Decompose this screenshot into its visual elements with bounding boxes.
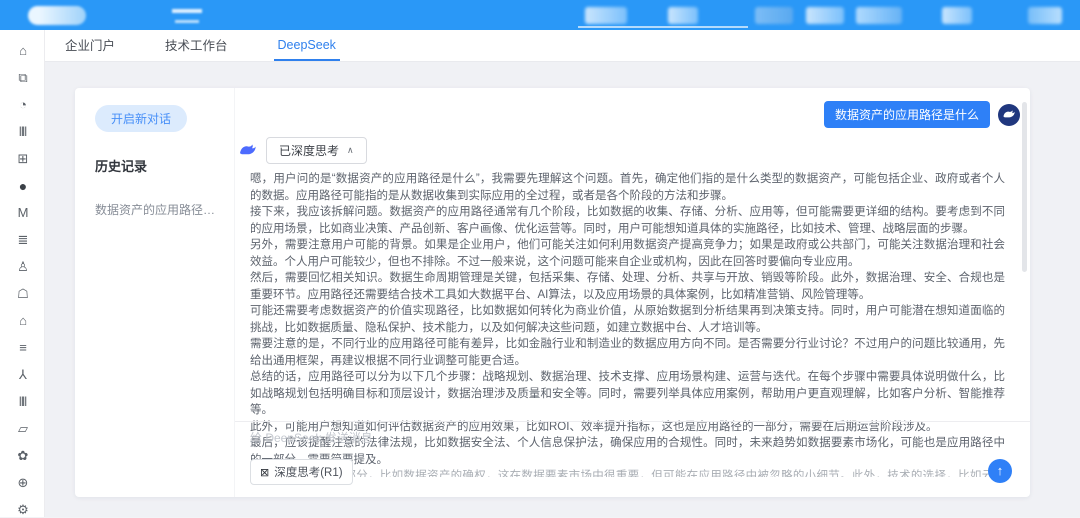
deepseek-avatar bbox=[237, 141, 257, 161]
topbar-menu-item-blurred[interactable] bbox=[1028, 7, 1062, 24]
app-logo-text bbox=[172, 9, 202, 13]
history-title: 历史记录 bbox=[95, 156, 218, 175]
tab-tech-workbench[interactable]: 技术工作台 bbox=[161, 30, 232, 61]
app-logo bbox=[28, 6, 86, 25]
history-list: 数据资产的应用路径是什么 bbox=[95, 201, 218, 218]
deep-think-label: 深度思考(R1) bbox=[274, 464, 342, 480]
gear-icon[interactable]: ⚙ bbox=[13, 502, 31, 518]
user-icon[interactable]: ♙ bbox=[13, 259, 31, 275]
reasoning-paragraph: 嗯，用户问的是“数据资产的应用路径是什么”，我需要先理解这个问题。首先，确定他们… bbox=[250, 171, 1005, 204]
message-input[interactable] bbox=[250, 431, 670, 445]
whale-logo-icon bbox=[1002, 108, 1016, 122]
deep-think-r1-button[interactable]: ⊠ 深度思考(R1) bbox=[250, 459, 353, 485]
reasoning-paragraph: 另外，需要注意用户可能的背景。如果是企业用户，他们可能关注如何利用数据资产提高竞… bbox=[250, 237, 1005, 270]
user-message-bubble: 数据资产的应用路径是什么 bbox=[824, 101, 990, 128]
org-chart-icon[interactable]: ⧉ bbox=[13, 70, 31, 86]
layers-icon[interactable]: ≡ bbox=[13, 340, 31, 356]
topbar bbox=[0, 0, 1080, 30]
chevron-up-icon: ∧ bbox=[347, 145, 354, 156]
topbar-menu-underline bbox=[578, 26, 748, 28]
user-message-row: 数据资产的应用路径是什么 bbox=[235, 88, 1030, 128]
topbar-menu-item-blurred[interactable] bbox=[755, 7, 793, 24]
reasoning-paragraph: 接下来，我应该拆解问题。数据资产的应用路径通常有几个阶段，比如数据的收集、存储、… bbox=[250, 204, 1005, 237]
tab-deepseek[interactable]: DeepSeek bbox=[274, 30, 340, 61]
dark-circle-icon[interactable]: ● bbox=[13, 178, 31, 194]
deep-thought-toggle[interactable]: 已深度思考 ∧ bbox=[266, 137, 367, 164]
ai-response-header: 已深度思考 ∧ bbox=[237, 137, 1030, 164]
deep-thought-label: 已深度思考 bbox=[279, 142, 339, 159]
globe-icon[interactable]: ⊕ bbox=[13, 475, 31, 491]
topbar-menu-item-blurred[interactable] bbox=[942, 7, 972, 24]
barcode-icon[interactable]: ‖‖ bbox=[13, 124, 31, 140]
history-panel: 开启新对话 历史记录 数据资产的应用路径是什么 bbox=[75, 88, 235, 497]
main-content: 开启新对话 历史记录 数据资产的应用路径是什么 数据资产的应用路径是什么 bbox=[45, 62, 1080, 517]
shield-icon[interactable]: ☖ bbox=[13, 286, 31, 302]
history-item[interactable]: 数据资产的应用路径是什么 bbox=[95, 201, 218, 218]
composer: ⊠ 深度思考(R1) ↑ bbox=[235, 421, 1030, 497]
topbar-menu-item-blurred[interactable] bbox=[668, 7, 698, 24]
chat-panel: 数据资产的应用路径是什么 已深度思考 ∧ 嗯，用户问的 bbox=[235, 88, 1030, 497]
app-logo-subtext bbox=[175, 20, 199, 23]
home-alt-icon[interactable]: ⌂ bbox=[13, 313, 31, 329]
user-avatar bbox=[998, 104, 1020, 126]
reasoning-paragraph: 总结的话，应用路径可以分为以下几个步骤：战略规划、数据治理、技术支撑、应用场景构… bbox=[250, 369, 1005, 419]
reasoning-paragraph: 然后，需要回忆相关知识。数据生命周期管理是关键，包括采集、存储、处理、分析、共享… bbox=[250, 270, 1005, 303]
new-chat-button[interactable]: 开启新对话 bbox=[95, 105, 187, 132]
add-box-icon[interactable]: ⊞ bbox=[13, 151, 31, 167]
topbar-menu-item-blurred[interactable] bbox=[856, 7, 902, 24]
tab-enterprise-portal[interactable]: 企业门户 bbox=[61, 30, 119, 61]
topbar-menu-item-blurred[interactable] bbox=[806, 7, 844, 24]
chat-card: 开启新对话 历史记录 数据资产的应用路径是什么 数据资产的应用路径是什么 bbox=[75, 88, 1030, 497]
folder-icon[interactable]: ▱ bbox=[13, 421, 31, 437]
letter-m-icon[interactable]: M bbox=[13, 205, 31, 221]
barcode-alt-icon[interactable]: ‖‖ bbox=[13, 394, 31, 410]
pie-chart-icon[interactable]: ◔ bbox=[13, 97, 31, 113]
tab-bar: 企业门户 技术工作台 DeepSeek bbox=[45, 30, 1080, 62]
whale-logo-icon bbox=[238, 141, 257, 160]
send-button[interactable]: ↑ bbox=[988, 459, 1012, 483]
topbar-menu-item-blurred[interactable] bbox=[585, 7, 627, 24]
network-icon[interactable]: ⅄ bbox=[13, 367, 31, 383]
reasoning-paragraph: 可能还需要考虑数据资产的价值实现路径，比如数据如何转化为商业价值，从原始数据到分… bbox=[250, 303, 1005, 336]
flower-icon[interactable]: ✿ bbox=[13, 448, 31, 464]
deep-think-icon: ⊠ bbox=[260, 466, 269, 479]
icon-rail: ⌂ ⧉ ◔ ‖‖ ⊞ ● M ≣ ♙ ☖ ⌂ ≡ ⅄ ‖‖ ▱ ✿ ⊕ ⚙ bbox=[0, 30, 45, 517]
home-icon[interactable]: ⌂ bbox=[13, 43, 31, 59]
reasoning-paragraph: 需要注意的是，不同行业的应用路径可能有差异，比如金融行业和制造业的数据应用方向不… bbox=[250, 336, 1005, 369]
chat-scrollbar-thumb[interactable] bbox=[1022, 102, 1027, 272]
list-icon[interactable]: ≣ bbox=[13, 232, 31, 248]
